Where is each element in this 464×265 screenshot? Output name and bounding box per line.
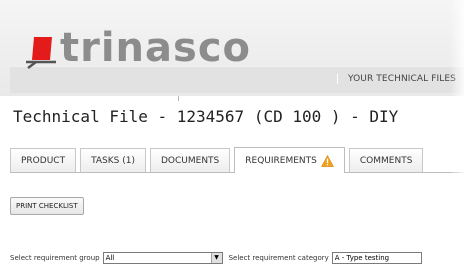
tab-comments[interactable]: COMMENTS xyxy=(348,148,424,172)
top-nav: YOUR TECHNICAL FILES xyxy=(337,66,464,92)
print-checklist-button[interactable]: PRINT CHECKLIST xyxy=(10,197,84,215)
nav-your-technical-files[interactable]: YOUR TECHNICAL FILES xyxy=(337,74,464,84)
page-title: Technical File - 1234567 (CD 100 ) - DIY xyxy=(13,107,399,126)
tab-label: COMMENTS xyxy=(359,155,413,166)
category-select-value: A - Type testing xyxy=(334,254,390,262)
tab-label: PRODUCT xyxy=(21,155,66,166)
divider xyxy=(178,96,179,101)
warning-icon xyxy=(320,154,334,167)
tab-bar: PRODUCT TASKS (1) DOCUMENTS REQUIREMENTS… xyxy=(10,146,464,173)
tab-label: TASKS (1) xyxy=(91,155,135,166)
requirement-category-select[interactable]: A - Type testing xyxy=(331,252,422,264)
tab-product[interactable]: PRODUCT xyxy=(10,148,77,172)
category-select-label: Select requirement category xyxy=(228,254,329,262)
group-select-label: Select requirement group xyxy=(10,254,100,262)
tab-label: REQUIREMENTS xyxy=(245,155,317,166)
trinasco-logo-icon[interactable] xyxy=(22,32,62,72)
tab-tasks[interactable]: TASKS (1) xyxy=(80,148,146,172)
tab-label: DOCUMENTS xyxy=(160,155,220,166)
chevron-down-icon[interactable]: ▼ xyxy=(210,253,222,263)
tab-requirements[interactable]: REQUIREMENTS xyxy=(234,147,345,173)
requirement-group-select[interactable]: All ▼ xyxy=(102,252,223,264)
group-select-value: All xyxy=(105,254,115,262)
tab-documents[interactable]: DOCUMENTS xyxy=(149,148,231,172)
requirement-filters: Select requirement group All ▼ Select re… xyxy=(10,251,422,265)
brand-logo-text[interactable]: trinasco xyxy=(60,24,251,72)
